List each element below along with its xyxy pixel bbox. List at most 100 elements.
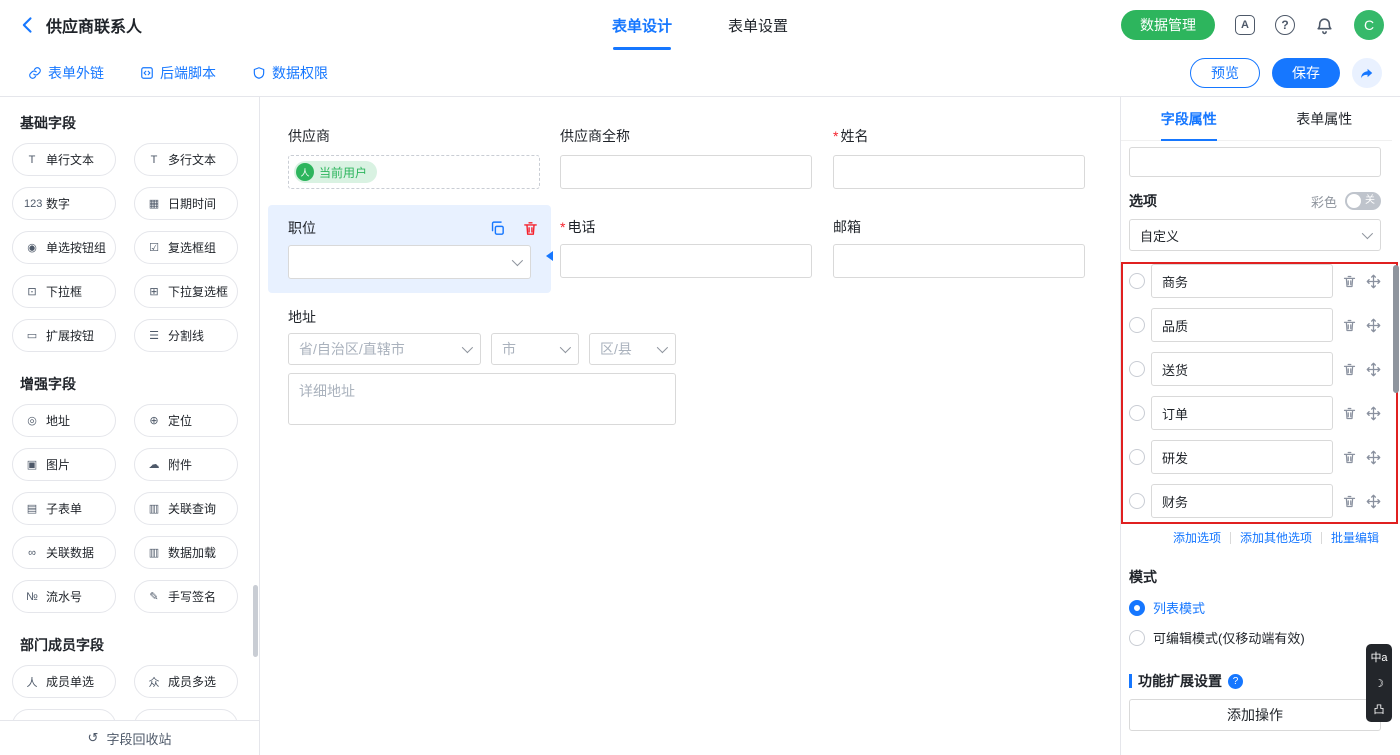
move-option-icon[interactable] [1366,362,1381,377]
tab-form-settings[interactable]: 表单设置 [728,0,788,50]
chevron-down-icon [462,342,473,353]
delete-option-icon[interactable] [1342,362,1357,377]
phone-field[interactable] [560,244,812,278]
share-button[interactable] [1352,58,1382,88]
field-type-subform[interactable]: ▤子表单 [12,492,116,525]
option-value-input[interactable] [1151,440,1333,474]
option-value-input[interactable] [1151,352,1333,386]
add-option-link[interactable]: 添加选项 [1173,529,1221,546]
list-mode-radio[interactable] [1129,600,1145,616]
tab-form-properties[interactable]: 表单属性 [1257,97,1393,140]
copy-field-icon[interactable] [489,220,506,237]
delete-option-icon[interactable] [1342,274,1357,289]
option-value-input[interactable] [1151,484,1333,518]
dark-mode-icon[interactable]: ☽ [1366,670,1392,696]
option-radio[interactable] [1129,493,1145,509]
extension-help-icon[interactable]: ? [1228,674,1243,689]
data-load-icon: ▥ [146,546,162,559]
selected-field-position[interactable]: 职位 [268,205,551,293]
contact-name-field[interactable] [833,155,1085,189]
checkbox-icon: ☑ [146,241,162,254]
translate-toggle-icon[interactable]: 中a [1366,644,1392,670]
delete-option-icon[interactable] [1342,318,1357,333]
delete-option-icon[interactable] [1342,494,1357,509]
color-toggle[interactable]: 关 [1345,192,1381,210]
current-user-tag[interactable]: 人 当前用户 [294,161,377,183]
delete-option-icon[interactable] [1342,406,1357,421]
field-type-serial-number[interactable]: №流水号 [12,580,116,613]
city-select[interactable]: 市 [491,333,579,365]
tab-form-design[interactable]: 表单设计 [612,0,672,50]
move-option-icon[interactable] [1366,274,1381,289]
field-type-dropdown[interactable]: ⊡下拉框 [12,275,116,308]
option-row [1129,308,1385,342]
field-type-single-line-text[interactable]: T单行文本 [12,143,116,176]
batch-edit-link[interactable]: 批量编辑 [1331,529,1379,546]
user-avatar[interactable]: C [1354,10,1384,40]
save-button[interactable]: 保存 [1272,58,1340,88]
move-option-icon[interactable] [1366,494,1381,509]
bell-icon[interactable] [1315,16,1334,35]
add-other-option-link[interactable]: 添加其他选项 [1240,529,1312,546]
data-manage-button[interactable]: 数据管理 [1121,10,1215,40]
delete-field-icon[interactable] [522,220,539,237]
field-type-linked-query[interactable]: ▥关联查询 [134,492,238,525]
field-type-divider[interactable]: ☰分割线 [134,319,238,352]
field-type-dropdown-multi[interactable]: ⊞下拉复选框 [134,275,238,308]
option-radio[interactable] [1129,449,1145,465]
option-value-input[interactable] [1151,308,1333,342]
field-type-datetime[interactable]: ▦日期时间 [134,187,238,220]
field-type-address[interactable]: ◎地址 [12,404,116,437]
field-type-image[interactable]: ▣图片 [12,448,116,481]
help-icon[interactable]: ? [1275,15,1295,35]
form-external-link[interactable]: 表单外链 [28,63,104,83]
field-type-linked-data[interactable]: ∞关联数据 [12,536,116,569]
preview-button[interactable]: 预览 [1190,58,1260,88]
option-value-input[interactable] [1151,264,1333,298]
panel-scrollbar-thumb[interactable] [1393,265,1399,393]
option-radio[interactable] [1129,317,1145,333]
field-type-multi-line-text[interactable]: T多行文本 [134,143,238,176]
field-type-data-load[interactable]: ▥数据加载 [134,536,238,569]
back-button[interactable] [18,15,38,35]
position-select[interactable] [288,245,531,279]
option-radio[interactable] [1129,273,1145,289]
supplier-fullname-field[interactable] [560,155,812,189]
field-resize-handle[interactable] [546,251,553,261]
single-line-text-icon: T [24,154,40,166]
add-action-button[interactable]: 添加操作 [1129,699,1381,731]
field-title-input-partial[interactable] [1129,147,1381,177]
theme-icon[interactable]: 凸 [1366,696,1392,722]
field-type-number[interactable]: 123数字 [12,187,116,220]
district-select[interactable]: 区/县 [589,333,676,365]
address-detail-textarea[interactable]: 详细地址 [288,373,676,425]
sidebar-scrollbar[interactable] [253,585,258,657]
delete-option-icon[interactable] [1342,450,1357,465]
email-field[interactable] [833,244,1085,278]
option-type-select[interactable]: 自定义 [1129,219,1381,251]
editable-mode-radio[interactable] [1129,630,1145,646]
province-select[interactable]: 省/自治区/直辖市 [288,333,481,365]
field-type-extend-button[interactable]: ▭扩展按钮 [12,319,116,352]
field-type-member-multi[interactable]: 众成员多选 [134,665,238,698]
field-type-location[interactable]: ⊕定位 [134,404,238,437]
field-type-signature[interactable]: ✎手写签名 [134,580,238,613]
backend-script-link[interactable]: 后端脚本 [140,63,216,83]
tab-field-properties[interactable]: 字段属性 [1121,97,1257,140]
supplier-field[interactable]: 人 当前用户 [288,155,540,189]
move-option-icon[interactable] [1366,450,1381,465]
option-value-input[interactable] [1151,396,1333,430]
panel-tabs: 字段属性 表单属性 [1121,97,1392,141]
field-recycle-bin[interactable]: ↺ 字段回收站 [0,720,259,755]
option-radio[interactable] [1129,361,1145,377]
field-type-checkbox-group[interactable]: ☑复选框组 [134,231,238,264]
translate-icon[interactable]: A [1235,15,1255,35]
move-option-icon[interactable] [1366,318,1381,333]
data-permission-link[interactable]: 数据权限 [252,63,328,83]
field-type-member-single[interactable]: 人成员单选 [12,665,116,698]
option-radio[interactable] [1129,405,1145,421]
field-type-attachment[interactable]: ☁附件 [134,448,238,481]
option-row [1129,440,1385,474]
field-type-radio-group[interactable]: ◉单选按钮组 [12,231,116,264]
move-option-icon[interactable] [1366,406,1381,421]
